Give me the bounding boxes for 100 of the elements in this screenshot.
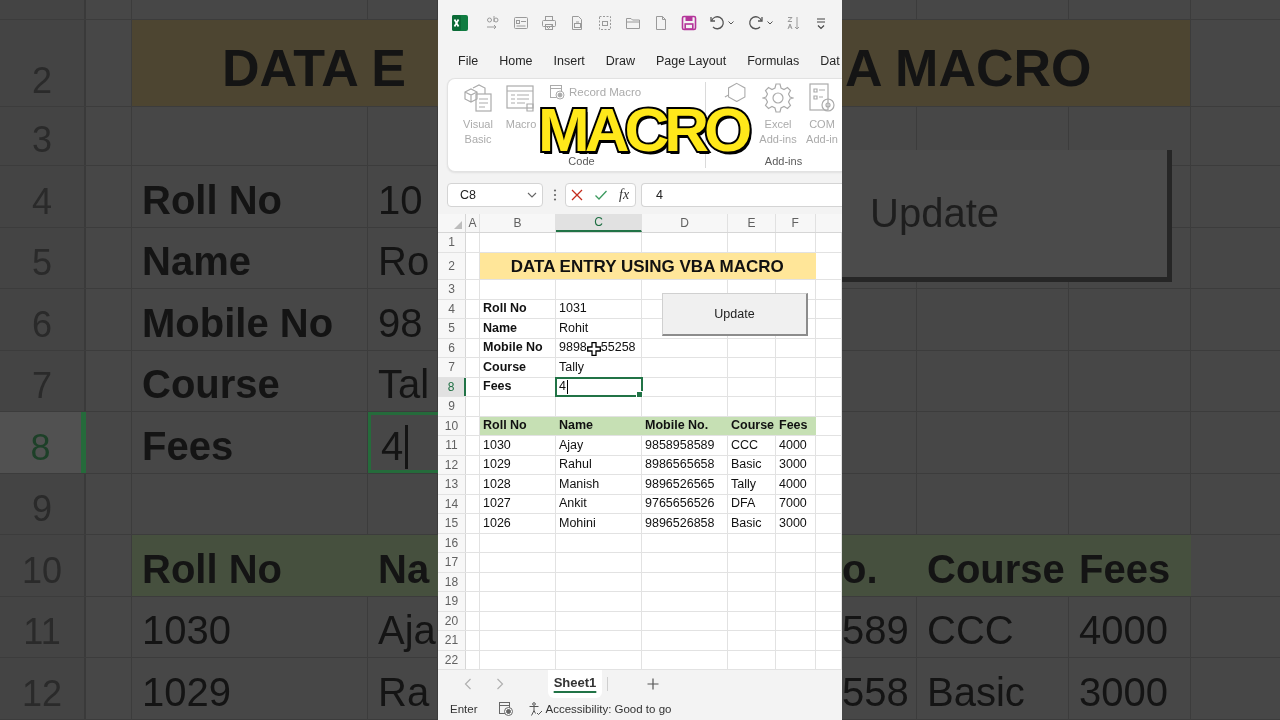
table-cell: 9765656526 bbox=[642, 494, 728, 513]
row-header: 7 bbox=[438, 358, 466, 377]
table-cell: 1029 bbox=[480, 455, 556, 474]
printer-icon[interactable] bbox=[541, 14, 557, 31]
table-cell: 1028 bbox=[480, 475, 556, 494]
x-mark-icon[interactable] bbox=[571, 188, 583, 201]
caret-down-icon[interactable] bbox=[767, 20, 773, 25]
row-header: 13 bbox=[438, 475, 466, 494]
table-cell: o. bbox=[842, 535, 917, 596]
column-header: D bbox=[642, 214, 728, 232]
save-icon[interactable] bbox=[681, 14, 697, 31]
table-cell: Basic bbox=[728, 514, 776, 533]
table-cell: 4000 bbox=[776, 475, 816, 494]
letters-arrow-icon[interactable] bbox=[485, 14, 501, 31]
table-cell: 1027 bbox=[480, 494, 556, 513]
vertical-dots-icon[interactable] bbox=[553, 187, 557, 202]
table-cell: 9896526565 bbox=[642, 475, 728, 494]
table-cell: Course bbox=[480, 358, 556, 377]
accessibility-icon bbox=[528, 701, 543, 716]
plus-icon[interactable] bbox=[647, 677, 659, 690]
caret-down-icon[interactable] bbox=[728, 20, 734, 25]
active-cell[interactable]: 4 bbox=[556, 377, 642, 396]
ribbon-tab[interactable]: File bbox=[458, 50, 479, 73]
record-icon bbox=[549, 84, 565, 100]
checkmark-icon[interactable] bbox=[595, 188, 607, 201]
row-header: 19 bbox=[438, 592, 466, 611]
table-cell: 1031 bbox=[556, 299, 642, 318]
redo-icon[interactable] bbox=[748, 14, 764, 31]
title-cell: DATA ENTRY USING VBA MACRO bbox=[480, 252, 816, 279]
table-cell: Manish bbox=[556, 475, 642, 494]
table-cell: Course bbox=[917, 535, 1069, 596]
text-caret-icon bbox=[405, 424, 409, 469]
dashed-page-icon[interactable] bbox=[597, 14, 613, 31]
row-header: 17 bbox=[438, 553, 466, 572]
text-caret-icon bbox=[566, 380, 568, 394]
ribbon-tab[interactable]: Insert bbox=[553, 50, 585, 73]
column-header: A bbox=[466, 214, 480, 232]
table-cell: DFA bbox=[728, 494, 776, 513]
column-header: C bbox=[556, 214, 642, 232]
table-cell: Roll No bbox=[480, 299, 556, 318]
accessibility-button[interactable]: Accessibility: Good to go bbox=[528, 701, 672, 716]
table-cell: Ankit bbox=[556, 494, 642, 513]
table-cell: Basic bbox=[728, 455, 776, 474]
row-header: 21 bbox=[438, 631, 466, 650]
cell-text: 9898 bbox=[559, 340, 587, 355]
table-cell: 9858958589 bbox=[642, 436, 728, 455]
ribbon-tab[interactable]: Draw bbox=[605, 50, 635, 73]
ribbon-tab[interactable]: Dat bbox=[820, 50, 840, 73]
formula-input[interactable]: 4 bbox=[641, 182, 842, 207]
document-icon[interactable] bbox=[653, 14, 669, 31]
update-button[interactable]: Update bbox=[662, 293, 808, 336]
column-header: E bbox=[728, 214, 776, 232]
insert-function-button[interactable]: fx bbox=[619, 186, 630, 203]
table-cell: Tally bbox=[728, 475, 776, 494]
title-cell: DATA E bbox=[132, 20, 438, 106]
ribbon-tab[interactable]: Formulas bbox=[747, 50, 800, 73]
table-cell: CCC bbox=[728, 436, 776, 455]
document-gear-icon bbox=[806, 82, 838, 114]
table-cell: 1026 bbox=[480, 514, 556, 533]
spreadsheet-logo-icon[interactable] bbox=[452, 14, 468, 31]
table-cell: 4000 bbox=[776, 436, 816, 455]
column-header: F bbox=[776, 214, 816, 232]
row-header: 1 bbox=[438, 233, 466, 252]
row-header: 3 bbox=[438, 280, 466, 299]
ribbon-tab[interactable]: Home bbox=[499, 50, 533, 73]
table-cell: Mobile No bbox=[480, 338, 556, 357]
sheet-tab[interactable]: Sheet1 bbox=[548, 670, 602, 698]
document-printer-icon[interactable] bbox=[569, 14, 585, 31]
table-cell: Tally bbox=[556, 358, 642, 377]
sort-icon[interactable] bbox=[785, 14, 801, 31]
caption-text: MACRO bbox=[538, 105, 748, 155]
table-cell: Fees bbox=[1069, 535, 1191, 596]
table-cell: Ajay bbox=[556, 436, 642, 455]
fill-handle[interactable] bbox=[636, 391, 643, 398]
undo-icon[interactable] bbox=[709, 14, 725, 31]
gear-icon bbox=[762, 82, 794, 114]
table-cell: Na bbox=[368, 535, 438, 596]
table-cell: Name bbox=[480, 319, 556, 338]
row-header: 5 bbox=[438, 319, 466, 338]
table-cell: 1030 bbox=[480, 436, 556, 455]
form-icon[interactable] bbox=[513, 14, 529, 31]
table-cell: Fees bbox=[480, 377, 556, 396]
ribbon-tab[interactable]: Page Layout bbox=[655, 50, 727, 73]
table-cell: Roll No bbox=[132, 535, 368, 596]
table-cell: Rahul bbox=[556, 455, 642, 474]
cubes-document-icon bbox=[462, 82, 494, 114]
table-cell: 7000 bbox=[776, 494, 816, 513]
table-cell: Mohini bbox=[556, 514, 642, 533]
row-header: 9 bbox=[438, 397, 466, 416]
title-cell: A MACRO bbox=[842, 20, 1191, 106]
table-cell: 3000 bbox=[776, 455, 816, 474]
table-cell: 3000 bbox=[776, 514, 816, 533]
row-header: 11 bbox=[438, 436, 466, 455]
chevron-down-icon[interactable] bbox=[527, 191, 537, 198]
window-list-icon bbox=[505, 82, 537, 114]
status-mode: Enter bbox=[450, 702, 478, 715]
row-header: 15 bbox=[438, 514, 466, 533]
name-box[interactable]: C8 bbox=[447, 182, 543, 207]
record-macro-icon[interactable] bbox=[498, 701, 513, 716]
table-cell: 8986565658 bbox=[642, 455, 728, 474]
